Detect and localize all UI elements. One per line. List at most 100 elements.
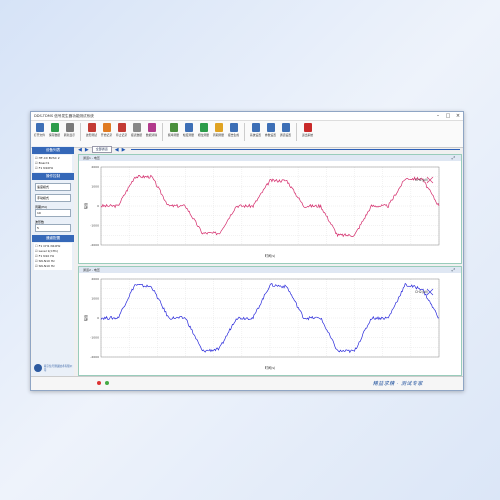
toolbar-button[interactable]: 幅度测量	[182, 123, 195, 137]
toolbar-label: 波形测试	[85, 133, 98, 137]
toolbar-separator	[162, 123, 163, 141]
control-group: 手动模式	[35, 194, 71, 202]
toolbar-label: 相位测量	[197, 133, 210, 137]
toolbar-button[interactable]: 周期测量	[212, 123, 225, 137]
chart-1[interactable]: -2000 -1000 0 1000 2000 幅值时间(s) CH1(μV)	[79, 161, 459, 261]
control-field[interactable]: 速度模式	[35, 183, 71, 191]
sidebar: 设备列表 ☑ HF-CX BVSC 2 ☑ Board1 ☑ F1 N10Hz …	[32, 146, 74, 376]
toolbar-icon	[132, 123, 141, 132]
time-slider[interactable]	[131, 149, 460, 150]
channel-item[interactable]: ☑ SN-N10 Hz	[35, 264, 71, 269]
toolbar-icon	[169, 123, 178, 132]
toolbar: 打开文件 保存数据 刷新显示 波形测试 开始记录 停止记录 报表数据 数据清除 频率测量 幅度测量…	[31, 121, 463, 148]
toolbar-button[interactable]: 报表数据	[130, 123, 143, 137]
maximize-icon[interactable]: □	[443, 113, 453, 119]
toolbar-button[interactable]: 退出系统	[301, 123, 314, 137]
next-icon[interactable]: ▶	[85, 147, 89, 153]
y-tick-label: 2000	[91, 165, 99, 169]
toolbar-label: 打开文件	[33, 133, 46, 137]
toolbar-label: 开始记录	[100, 133, 113, 137]
channel-header: 通道配置	[32, 235, 74, 242]
toolbar-label: 通道设置	[279, 133, 292, 137]
company-name: 南京信号测试技术有限公司	[43, 365, 73, 372]
x-axis-label: 时间(s)	[265, 365, 276, 370]
toolbar-button[interactable]: 停止记录	[115, 123, 128, 137]
toolbar-separator	[80, 123, 81, 141]
chart-2[interactable]: -2000 -1000 0 1000 2000 幅值时间(s) CH2(μV)	[79, 273, 459, 373]
y-tick-label: 2000	[91, 277, 99, 281]
control-list: 速度模式 手动模式 周期(Hz) 10 波形数 5	[32, 183, 74, 232]
prev-icon[interactable]: ◀	[78, 147, 82, 153]
toolbar-label: 数据清除	[145, 133, 158, 137]
toolbar-icon	[35, 123, 44, 132]
toolbar-button[interactable]: 开始记录	[100, 123, 113, 137]
ready-indicator	[105, 381, 109, 385]
main-area: ◀ ▶ 全部通道 ◀ ▶ 通道1 - 电压 ⤢ -2000 -1000 0 1000 2…	[78, 146, 462, 376]
toolbar-button[interactable]: 保存数据	[48, 123, 61, 137]
toolbar-icon	[303, 123, 312, 132]
close-icon[interactable]: ×	[453, 113, 463, 119]
toolbar-button[interactable]: 打开文件	[33, 123, 46, 137]
toolbar-icon	[266, 123, 275, 132]
toolbar-icon	[102, 123, 111, 132]
control-group: 速度模式	[35, 183, 71, 191]
toolbar-icon	[65, 123, 74, 132]
toolbar-label: 保存数据	[48, 133, 61, 137]
toolbar-button[interactable]: 数据清除	[145, 123, 158, 137]
y-axis-label: 幅值	[83, 314, 88, 321]
toolbar-icon	[147, 123, 156, 132]
toolbar-button[interactable]: 系统设置	[249, 123, 262, 137]
y-axis-label: 幅值	[83, 202, 88, 209]
control-field[interactable]: 手动模式	[35, 194, 71, 202]
toolbar-button[interactable]: 波形测试	[85, 123, 98, 137]
app-window: DDS-TDMS 信号发生器功能测试系统 – □ × 打开文件 保存数据 刷新显示波…	[30, 111, 464, 391]
toolbar-button[interactable]: 参数设置	[264, 123, 277, 137]
title-bar: DDS-TDMS 信号发生器功能测试系统 – □ ×	[31, 112, 463, 121]
toolbar-label: 退出系统	[301, 133, 314, 137]
nav-bar: ◀ ▶ 全部通道 ◀ ▶	[78, 146, 460, 153]
y-tick-label: 0	[97, 316, 99, 320]
toolbar-label: 停止记录	[115, 133, 128, 137]
minimize-icon[interactable]: –	[433, 113, 443, 119]
toolbar-label: 报表数据	[130, 133, 143, 137]
chart-panel-1: 通道1 - 电压 ⤢ -2000 -1000 0 1000 2000 幅值 时间(s) CH1…	[78, 154, 462, 264]
toolbar-icon	[117, 123, 126, 132]
y-tick-label: -1000	[90, 336, 99, 340]
device-item[interactable]: ☑ F1 N10Hz	[35, 166, 71, 171]
expand-icon[interactable]: ⤢	[452, 155, 455, 160]
legend-label: CH1(μV)	[415, 178, 428, 182]
toolbar-label: 周期测量	[212, 133, 225, 137]
y-tick-label: -2000	[90, 355, 99, 359]
toolbar-label: 系统设置	[249, 133, 262, 137]
toolbar-button[interactable]: 报告生成	[227, 123, 240, 137]
ops-header: 操作控制	[32, 173, 74, 180]
channel-list: ☐ F1 CH1 N10Hz ☑ Level 1(CH1) ☑ F1 N10 Hz ☑…	[34, 243, 72, 270]
toolbar-label: 频率测量	[167, 133, 180, 137]
toolbar-button[interactable]: 通道设置	[279, 123, 292, 137]
toolbar-icon	[87, 123, 96, 132]
channel-select[interactable]: 全部通道	[91, 146, 112, 153]
brand-slogan: 精益求精 · 测试专家	[372, 381, 423, 387]
y-tick-label: 1000	[91, 297, 99, 301]
device-header: 设备列表	[32, 147, 74, 154]
record-indicator	[97, 381, 101, 385]
back-icon[interactable]: ◀	[115, 147, 119, 153]
expand-icon[interactable]: ⤢	[452, 267, 455, 272]
toolbar-icon	[251, 123, 260, 132]
device-list: ☑ HF-CX BVSC 2 ☑ Board1 ☑ F1 N10Hz	[34, 155, 72, 172]
toolbar-button[interactable]: 相位测量	[197, 123, 210, 137]
control-field[interactable]: 5	[35, 224, 71, 232]
control-field[interactable]: 10	[35, 209, 71, 217]
toolbar-label: 参数设置	[264, 133, 277, 137]
toolbar-icon	[199, 123, 208, 132]
forward-icon[interactable]: ▶	[122, 147, 126, 153]
legend-label: CH2(μV)	[415, 290, 428, 294]
x-axis-label: 时间(s)	[265, 253, 276, 258]
toolbar-button[interactable]: 刷新显示	[63, 123, 76, 137]
toolbar-icon	[214, 123, 223, 132]
y-tick-label: 1000	[91, 185, 99, 189]
toolbar-icon	[281, 123, 290, 132]
control-group: 周期(Hz) 10	[35, 205, 71, 217]
toolbar-button[interactable]: 频率测量	[167, 123, 180, 137]
toolbar-separator	[244, 123, 245, 141]
